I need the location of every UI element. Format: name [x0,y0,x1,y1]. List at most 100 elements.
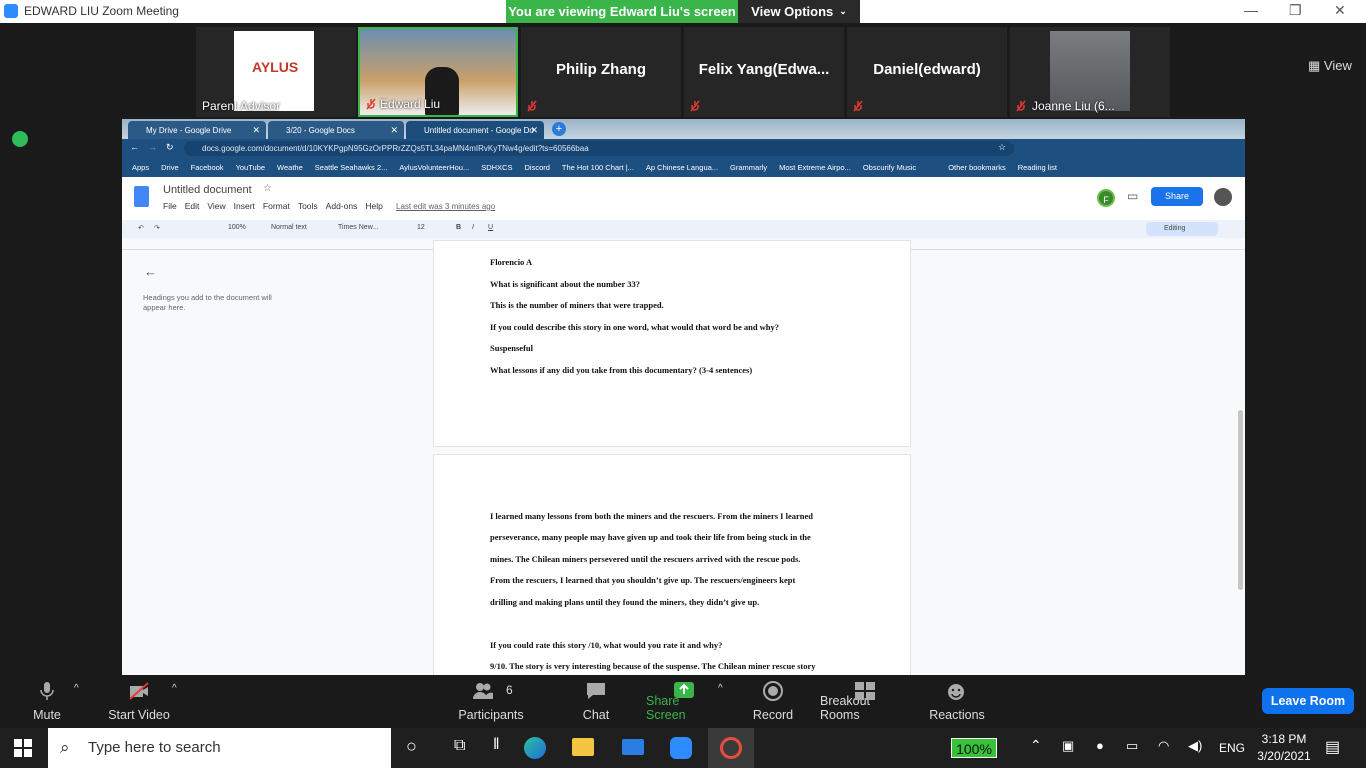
redo-icon[interactable]: ↷ [154,224,160,232]
undo-icon[interactable]: ↶ [138,224,144,232]
active-app-tile[interactable] [708,728,754,768]
document-page[interactable]: Florencio A What is significant about th… [433,240,911,447]
start-video-button[interactable]: Start Video [104,675,174,728]
participant-tile[interactable]: Daniel(edward) [847,27,1007,117]
wifi-icon[interactable]: ◠ [1158,738,1169,754]
back-arrow-icon[interactable]: ← [144,264,157,279]
menu-addons[interactable]: Add-ons [326,201,358,211]
browser-tab[interactable]: My Drive - Google Drive ✕ [128,121,266,139]
edge-icon[interactable] [524,737,546,759]
share-screen-button[interactable]: Share Screen [646,675,722,728]
restore-icon[interactable]: ❐ [1289,2,1302,19]
device-icon[interactable]: ▣ [1062,738,1074,754]
star-icon[interactable]: ☆ [263,183,272,194]
scrollbar[interactable] [1238,410,1243,590]
bookmark-item[interactable]: Grammarly [730,163,767,172]
italic-icon[interactable]: I [472,224,474,231]
editing-mode-select[interactable]: Editing [1146,222,1218,236]
bookmark-item[interactable]: YouTube [236,163,265,172]
account-avatar[interactable] [1214,188,1232,206]
task-view-icon[interactable]: ⧉ [454,737,465,755]
zoom-app-icon[interactable] [670,737,692,759]
menu-edit[interactable]: Edit [185,201,200,211]
language-indicator[interactable]: ENG [1219,741,1245,755]
new-tab-button[interactable]: + [552,122,566,136]
zoom-select[interactable]: 100% [228,224,246,231]
bookmark-item[interactable]: Ap Chinese Langua... [646,163,718,172]
star-icon[interactable]: ☆ [998,142,1006,153]
font-size-input[interactable]: 12 [417,224,425,231]
windows-start-icon[interactable] [14,739,32,757]
close-icon[interactable]: ✕ [1334,2,1346,19]
caret-up-icon[interactable]: ^ [172,683,177,694]
mail-icon[interactable] [622,739,644,755]
close-tab-icon[interactable]: ✕ [390,125,398,136]
participant-tile-active[interactable]: Edward Liu [358,27,518,117]
underline-icon[interactable]: U [488,224,493,231]
participant-tile[interactable]: AYLUS Parent Advisor [196,27,356,117]
notifications-icon[interactable]: ▤ [1325,737,1340,757]
view-options-button[interactable]: View Options ⌄ [738,0,860,23]
bookmark-item[interactable]: SDHXCS [481,163,512,172]
document-title[interactable]: Untitled document [163,184,252,196]
caret-up-icon[interactable]: ^ [74,683,79,694]
record-button[interactable]: Record [748,675,798,728]
font-select[interactable]: Times New... [338,224,378,231]
participant-tile[interactable]: Felix Yang(Edwa... [684,27,844,117]
volume-icon[interactable]: ◀) [1188,738,1202,754]
forward-icon[interactable]: → [148,142,157,152]
bookmark-item[interactable]: Seattle Seahawks 2... [315,163,388,172]
reload-icon[interactable]: ↻ [166,142,174,153]
battery-indicator[interactable]: 100% [951,738,997,758]
comment-icon[interactable]: ▭ [1127,189,1138,203]
browser-tab-active[interactable]: Untitled document - Google Do ✕ [406,121,544,139]
menu-file[interactable]: File [163,201,177,211]
menu-insert[interactable]: Insert [234,201,255,211]
view-button[interactable]: ▦ View [1308,58,1352,74]
menu-tools[interactable]: Tools [298,201,318,211]
leave-room-button[interactable]: Leave Room [1262,688,1354,714]
chat-button[interactable]: Chat [576,675,616,728]
bookmark-item[interactable]: Facebook [191,163,224,172]
bookmark-item[interactable]: Weathe [277,163,303,172]
share-button[interactable]: Share [1151,187,1203,206]
shield-icon[interactable] [12,131,28,147]
document-page[interactable]: I learned many lessons from both the min… [433,454,911,675]
file-explorer-icon[interactable] [572,738,594,756]
breakout-rooms-button[interactable]: Breakout Rooms [820,675,910,728]
last-edit-link[interactable]: Last edit was 3 minutes ago [396,202,495,211]
cortana-icon[interactable]: ○ [406,736,417,757]
close-tab-icon[interactable]: ✕ [252,125,260,136]
bookmark-item[interactable]: Most Extreme Airpo... [779,163,851,172]
bookmark-item[interactable]: Apps [132,163,149,172]
bookmark-item[interactable]: The Hot 100 Chart |... [562,163,634,172]
back-icon[interactable]: ← [130,142,139,152]
reactions-button[interactable]: Reactions [928,675,986,728]
collaborator-avatar[interactable]: F [1097,189,1115,207]
menu-help[interactable]: Help [365,201,382,211]
minimize-icon[interactable]: — [1244,2,1258,18]
chevron-up-icon[interactable]: ⌃ [1030,737,1042,754]
docs-logo-icon[interactable] [134,186,149,207]
system-clock[interactable]: 3:18 PM 3/20/2021 [1254,731,1314,765]
menu-format[interactable]: Format [263,201,290,211]
participant-tile[interactable]: Joanne Liu (6... [1010,27,1170,117]
bookmark-item[interactable]: Reading list [1018,163,1057,172]
caret-up-icon[interactable]: ^ [718,683,723,694]
bookmark-item[interactable]: Drive [161,163,179,172]
style-select[interactable]: Normal text [271,224,307,231]
url-input[interactable]: docs.google.com/document/d/10KYKPgpN95Gz… [184,141,1014,156]
battery-icon[interactable]: ▭ [1126,738,1138,754]
bookmark-item[interactable]: Discord [524,163,549,172]
bold-icon[interactable]: B [456,224,461,231]
bookmark-item[interactable]: AylusVolunteerHou... [399,163,469,172]
browser-tab[interactable]: 3/20 - Google Docs ✕ [268,121,404,139]
participants-button[interactable]: 6 Participants [456,675,526,728]
participant-tile[interactable]: Philip Zhang [521,27,681,117]
bookmark-item[interactable]: Other bookmarks [948,163,1006,172]
taskbar-search-input[interactable]: ⌕ Type here to search [48,728,391,768]
bookmark-item[interactable]: Obscurify Music [863,163,916,172]
mute-button[interactable]: Mute [22,675,72,728]
menu-view[interactable]: View [207,201,225,211]
close-tab-icon[interactable]: ✕ [530,125,538,136]
